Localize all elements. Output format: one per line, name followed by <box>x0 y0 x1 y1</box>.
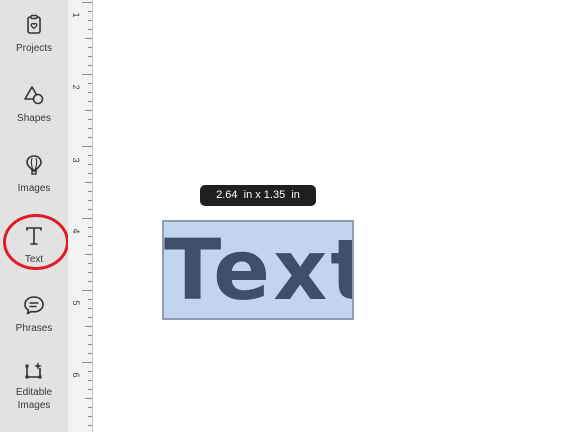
text-object-content: Text <box>164 221 354 319</box>
text-icon <box>26 227 42 245</box>
sidebar-item-label: Projects <box>15 43 53 54</box>
ruler-label: 1 <box>71 12 81 18</box>
shapes-icon <box>24 86 44 105</box>
editable-images-icon <box>25 362 42 379</box>
sidebar-item-editable-images[interactable]: Editable Images <box>0 358 68 432</box>
phrases-icon <box>24 296 44 315</box>
design-canvas[interactable] <box>93 0 579 432</box>
ruler-label: 5 <box>71 300 81 306</box>
sidebar-item-label: Images <box>17 183 51 194</box>
ruler-label: 6 <box>71 372 81 378</box>
sidebar-item-text[interactable]: Text <box>0 223 68 285</box>
sidebar-item-label: Phrases <box>15 323 53 334</box>
dimension-badge: 2.64 in x 1.35 in <box>200 185 316 206</box>
ruler-ticks <box>82 2 92 426</box>
projects-icon <box>27 14 41 34</box>
ruler-label: 3 <box>71 157 81 163</box>
ruler-label: 4 <box>71 228 81 234</box>
left-sidebar: Projects Shapes Images Text Phrases Edit… <box>0 0 69 432</box>
sidebar-item-images[interactable]: Images <box>0 152 68 214</box>
sidebar-item-label: Shapes <box>17 113 51 124</box>
selected-text-object[interactable]: Text <box>162 220 354 320</box>
images-icon <box>26 155 42 175</box>
sidebar-item-label: Editable Images <box>15 387 53 411</box>
vertical-ruler: 1 2 3 4 5 6 <box>68 0 93 432</box>
sidebar-item-projects[interactable]: Projects <box>0 12 68 74</box>
sidebar-item-shapes[interactable]: Shapes <box>0 82 68 144</box>
sidebar-item-label: Text <box>24 254 44 265</box>
sidebar-item-phrases[interactable]: Phrases <box>0 292 68 354</box>
ruler-label: 2 <box>71 84 81 90</box>
